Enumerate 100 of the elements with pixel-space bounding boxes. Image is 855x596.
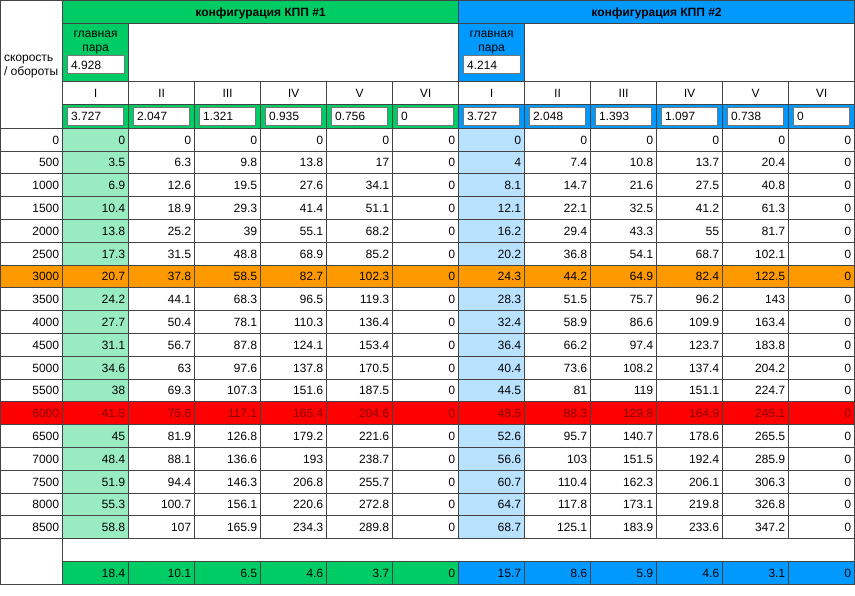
speed-cell: 117.8 xyxy=(524,493,590,516)
speed-cell: 137.4 xyxy=(656,356,722,380)
speed-cell: 0 xyxy=(788,516,854,539)
speed-cell: 122.5 xyxy=(722,265,788,288)
speed-cell: 96.5 xyxy=(260,288,326,311)
rpm-cell: 1000 xyxy=(0,174,62,197)
speed-cell: 68.9 xyxy=(260,242,326,266)
speed-cell: 88.3 xyxy=(524,402,590,425)
speed-cell: 37.8 xyxy=(128,265,194,288)
speed-cell: 58.9 xyxy=(524,310,590,334)
gear-ratio-input[interactable]: 0.738 xyxy=(727,106,784,126)
speed-cell: 13.7 xyxy=(656,151,722,174)
speed-cell: 0 xyxy=(788,174,854,197)
speed-cell: 0 xyxy=(788,310,854,334)
speed-cell: 40.4 xyxy=(458,356,524,380)
speed-cell: 146.3 xyxy=(194,470,260,494)
gear-ratio-input[interactable]: 0.935 xyxy=(265,106,322,126)
speed-cell: 32.5 xyxy=(590,196,656,220)
gear-header: V xyxy=(326,82,392,104)
speed-cell: 163.4 xyxy=(722,310,788,334)
speed-cell: 102.1 xyxy=(722,242,788,266)
gear-header: I xyxy=(62,82,128,104)
gear-ratio-input[interactable]: 1.321 xyxy=(199,106,256,126)
speed-cell: 54.1 xyxy=(590,242,656,266)
speed-cell: 8.1 xyxy=(458,174,524,197)
main-pair-label: главная пара xyxy=(468,26,514,54)
gear-header: II xyxy=(128,82,194,104)
speed-cell: 96.2 xyxy=(656,288,722,311)
speed-cell: 24.2 xyxy=(62,288,128,311)
speed-cell: 0 xyxy=(194,128,260,152)
speed-cell: 32.4 xyxy=(458,310,524,334)
main-pair-label: главная пара xyxy=(72,26,118,54)
speed-cell: 27.5 xyxy=(656,174,722,197)
speed-cell: 56.6 xyxy=(458,447,524,470)
speed-cell: 178.6 xyxy=(656,424,722,448)
gear-ratio-input[interactable]: 2.048 xyxy=(529,106,586,126)
total-cell: 15.7 xyxy=(458,561,524,584)
speed-cell: 51.5 xyxy=(524,288,590,311)
speed-cell: 22.1 xyxy=(524,196,590,220)
speed-cell: 58.5 xyxy=(194,265,260,288)
speed-cell: 255.7 xyxy=(326,470,392,494)
total-cell: 4.6 xyxy=(656,561,722,584)
speed-cell: 87.8 xyxy=(194,333,260,356)
speed-cell: 36.4 xyxy=(458,333,524,356)
speed-cell: 27.6 xyxy=(260,174,326,197)
speed-cell: 44.5 xyxy=(458,379,524,402)
rpm-cell: 500 xyxy=(0,151,62,174)
speed-cell: 17 xyxy=(326,151,392,174)
gear-ratio-input[interactable]: 3.727 xyxy=(67,106,124,126)
speed-cell: 34.1 xyxy=(326,174,392,197)
speed-cell: 234.3 xyxy=(260,516,326,539)
rpm-cell: 5000 xyxy=(0,356,62,380)
speed-cell: 4 xyxy=(458,151,524,174)
gear-header: V xyxy=(722,82,788,104)
speed-cell: 102.3 xyxy=(326,265,392,288)
gear-header: VI xyxy=(392,82,458,104)
main-pair-input[interactable]: 4.928 xyxy=(67,55,125,74)
speed-cell: 0 xyxy=(590,128,656,152)
gear-ratio-input[interactable]: 0 xyxy=(397,106,454,126)
speed-cell: 51.1 xyxy=(326,196,392,220)
speed-cell: 60.7 xyxy=(458,470,524,494)
speed-cell: 0 xyxy=(656,128,722,152)
speed-cell: 265.5 xyxy=(722,424,788,448)
gear-ratio-input[interactable]: 2.047 xyxy=(133,106,190,126)
gear-header: IV xyxy=(656,82,722,104)
gear-ratio-input[interactable]: 1.097 xyxy=(661,106,718,126)
rpm-cell: 8500 xyxy=(0,516,62,539)
speed-cell: 0 xyxy=(788,333,854,356)
speed-cell: 0 xyxy=(524,128,590,152)
main-pair-input[interactable]: 4.214 xyxy=(463,55,521,74)
speed-cell: 41.4 xyxy=(260,196,326,220)
speed-cell: 109.9 xyxy=(656,310,722,334)
speed-cell: 0 xyxy=(788,493,854,516)
speed-cell: 45 xyxy=(62,424,128,448)
speed-cell: 221.6 xyxy=(326,424,392,448)
gear-header: VI xyxy=(788,82,854,104)
speed-cell: 220.6 xyxy=(260,493,326,516)
speed-cell: 21.6 xyxy=(590,174,656,197)
speed-cell: 129.8 xyxy=(590,402,656,425)
speed-cell: 165.4 xyxy=(260,402,326,425)
gear-ratio-input[interactable]: 0.756 xyxy=(331,106,388,126)
gear-ratio-input[interactable]: 1.393 xyxy=(595,106,652,126)
speed-cell: 0 xyxy=(788,151,854,174)
gear-ratio-input[interactable]: 0 xyxy=(793,106,850,126)
speed-cell: 347.2 xyxy=(722,516,788,539)
speed-cell: 151.5 xyxy=(590,447,656,470)
speed-cell: 107 xyxy=(128,516,194,539)
speed-cell: 40.8 xyxy=(722,174,788,197)
speed-cell: 233.6 xyxy=(656,516,722,539)
speed-cell: 0 xyxy=(788,265,854,288)
speed-cell: 75.7 xyxy=(590,288,656,311)
speed-cell: 0 xyxy=(62,128,128,152)
speed-cell: 206.8 xyxy=(260,470,326,494)
speed-cell: 10.4 xyxy=(62,196,128,220)
speed-cell: 124.1 xyxy=(260,333,326,356)
rpm-cell: 4000 xyxy=(0,310,62,334)
speed-cell: 19.5 xyxy=(194,174,260,197)
speed-cell: 0 xyxy=(788,219,854,242)
speed-cell: 13.8 xyxy=(260,151,326,174)
gear-ratio-input[interactable]: 3.727 xyxy=(463,106,520,126)
